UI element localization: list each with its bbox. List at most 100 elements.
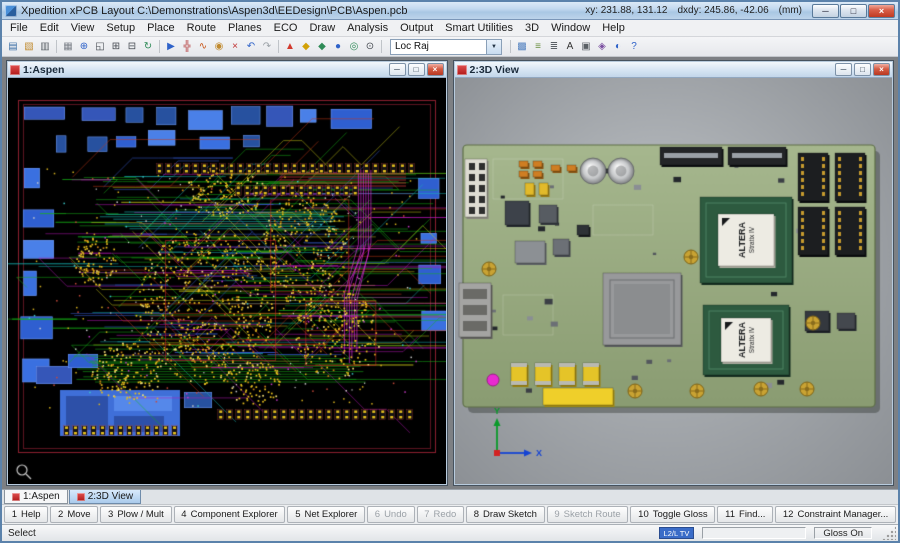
pcb-2d-titlebar[interactable]: 1:Aspen ─ □ ×: [8, 62, 446, 78]
redo-icon[interactable]: ↷: [259, 39, 275, 55]
function-key-button[interactable]: 2 Move: [50, 506, 98, 523]
text-icon[interactable]: A: [562, 39, 578, 55]
pcb-3d-titlebar[interactable]: 2:3D View ─ □ ×: [455, 62, 893, 78]
pane-restore-button[interactable]: □: [854, 63, 871, 76]
resize-grip[interactable]: [882, 526, 896, 540]
function-key-number: 5: [295, 509, 300, 520]
toolbar-separator: [159, 40, 160, 53]
pane-restore-button[interactable]: □: [408, 63, 425, 76]
save-icon[interactable]: ▤: [5, 39, 21, 55]
document-icon: [457, 65, 467, 75]
pane-minimize-button[interactable]: ─: [835, 63, 852, 76]
pcb-3d-viewport: [455, 78, 893, 484]
route-icon[interactable]: ∿: [195, 39, 211, 55]
function-key-button[interactable]: 11 Find...: [717, 506, 773, 523]
function-key-number: 10: [638, 509, 649, 520]
pcb-3d-canvas[interactable]: [455, 78, 893, 484]
scheme-dropdown[interactable]: Loc Raj ▼: [390, 39, 502, 55]
pcb-2d-window: 1:Aspen ─ □ ×: [6, 60, 448, 486]
function-key-button[interactable]: 9 Sketch Route: [547, 506, 629, 523]
minimize-button[interactable]: ─: [812, 4, 839, 18]
menu-item[interactable]: Help: [596, 22, 631, 34]
net-icon[interactable]: ●: [330, 39, 346, 55]
probe-icon[interactable]: ⊙: [362, 39, 378, 55]
document-tab[interactable]: 1:Aspen: [4, 490, 68, 504]
origin-icon[interactable]: ⊕: [76, 39, 92, 55]
pane-controls: ─ □ ×: [835, 63, 890, 76]
menu-item[interactable]: View: [65, 22, 101, 34]
layer-indicator[interactable]: L2/L TV: [659, 527, 695, 539]
main-toolbar: ▤▧▥ ▦⊕◱⊞⊟↻ ▶╬∿◉×↶↷ ▲◆◆●◎⊙ Loc Raj ▼ ▩≡≣A…: [2, 37, 898, 57]
pane-controls: ─ □ ×: [389, 63, 444, 76]
document-icon: [10, 65, 20, 75]
menu-item[interactable]: File: [4, 22, 34, 34]
menu-item[interactable]: Setup: [100, 22, 141, 34]
menu-item[interactable]: Output: [394, 22, 439, 34]
via-icon[interactable]: ◉: [211, 39, 227, 55]
open-icon[interactable]: ▧: [21, 39, 37, 55]
title-bar[interactable]: Xpedition xPCB Layout C:\Demonstrations\…: [2, 2, 898, 20]
camera-icon[interactable]: ▣: [578, 39, 594, 55]
menu-item[interactable]: Analysis: [341, 22, 394, 34]
zoom-out-icon[interactable]: ⊟: [124, 39, 140, 55]
status-bar: Select L2/L TV Gloss On: [2, 524, 898, 541]
pcb-2d-canvas[interactable]: [8, 78, 446, 484]
function-key-button[interactable]: 4 Component Explorer: [174, 506, 286, 523]
menu-item[interactable]: Place: [141, 22, 181, 34]
select-cursor-icon[interactable]: ▶: [163, 39, 179, 55]
function-key-number: 2: [58, 509, 63, 520]
display-control-icon[interactable]: ▩: [514, 39, 530, 55]
gloss-indicator[interactable]: Gloss On: [814, 527, 872, 539]
menu-item[interactable]: Draw: [303, 22, 341, 34]
function-key-button[interactable]: 1 Help: [4, 506, 48, 523]
menu-item[interactable]: Route: [181, 22, 222, 34]
function-key-button[interactable]: 12 Constraint Manager...: [775, 506, 896, 523]
pane-close-button[interactable]: ×: [427, 63, 444, 76]
function-key-number: 6: [375, 509, 380, 520]
chevron-down-icon[interactable]: ▼: [486, 40, 501, 54]
eye-icon[interactable]: ◎: [346, 39, 362, 55]
drc-icon[interactable]: ◆: [298, 39, 314, 55]
menu-item[interactable]: Edit: [34, 22, 65, 34]
document-tab[interactable]: 2:3D View: [69, 490, 141, 504]
function-key-label: Move: [67, 509, 90, 520]
delete-icon[interactable]: ×: [227, 39, 243, 55]
function-key-button[interactable]: 7 Redo: [417, 506, 464, 523]
document-tab-label: 2:3D View: [88, 491, 133, 502]
redraw-icon[interactable]: ↻: [140, 39, 156, 55]
pane-minimize-button[interactable]: ─: [389, 63, 406, 76]
menu-item[interactable]: ECO: [268, 22, 304, 34]
window-title: Xpedition xPCB Layout C:\Demonstrations\…: [21, 5, 407, 17]
print-icon[interactable]: ▥: [37, 39, 53, 55]
fit-view-icon[interactable]: ◱: [92, 39, 108, 55]
zoom-in-icon[interactable]: ⊞: [108, 39, 124, 55]
function-key-number: 1: [12, 509, 17, 520]
undo-icon[interactable]: ↶: [243, 39, 259, 55]
menu-item[interactable]: Window: [545, 22, 596, 34]
measure-icon[interactable]: ≣: [546, 39, 562, 55]
function-key-button[interactable]: 10 Toggle Gloss: [630, 506, 715, 523]
maximize-button[interactable]: □: [840, 4, 867, 18]
menu-item[interactable]: Smart Utilities: [439, 22, 519, 34]
coord-units: (mm): [779, 5, 802, 16]
close-button[interactable]: ×: [868, 4, 895, 18]
grid-icon[interactable]: ▦: [60, 39, 76, 55]
menu-item[interactable]: Planes: [222, 22, 268, 34]
layers-icon[interactable]: ≡: [530, 39, 546, 55]
function-key-label: Sketch Route: [564, 509, 621, 520]
view-3d-icon[interactable]: ◈: [594, 39, 610, 55]
move-icon[interactable]: ╬: [179, 39, 195, 55]
function-key-button[interactable]: 3 Plow / Mult: [100, 506, 171, 523]
function-key-number: 3: [108, 509, 113, 520]
plane-icon[interactable]: ◆: [314, 39, 330, 55]
cursor-coordinates: xy: 231.88, 131.12 dxdy: 245.86, -42.06 …: [585, 5, 812, 16]
function-key-button[interactable]: 8 Draw Sketch: [466, 506, 545, 523]
pane-close-button[interactable]: ×: [873, 63, 890, 76]
function-key-label: Find...: [739, 509, 765, 520]
function-key-button[interactable]: 6 Undo: [367, 506, 414, 523]
hazards-icon[interactable]: ▲: [282, 39, 298, 55]
menu-item[interactable]: 3D: [519, 22, 545, 34]
world-icon[interactable]: ◐: [610, 39, 626, 55]
function-key-button[interactable]: 5 Net Explorer: [287, 506, 365, 523]
help-icon[interactable]: ?: [626, 39, 642, 55]
